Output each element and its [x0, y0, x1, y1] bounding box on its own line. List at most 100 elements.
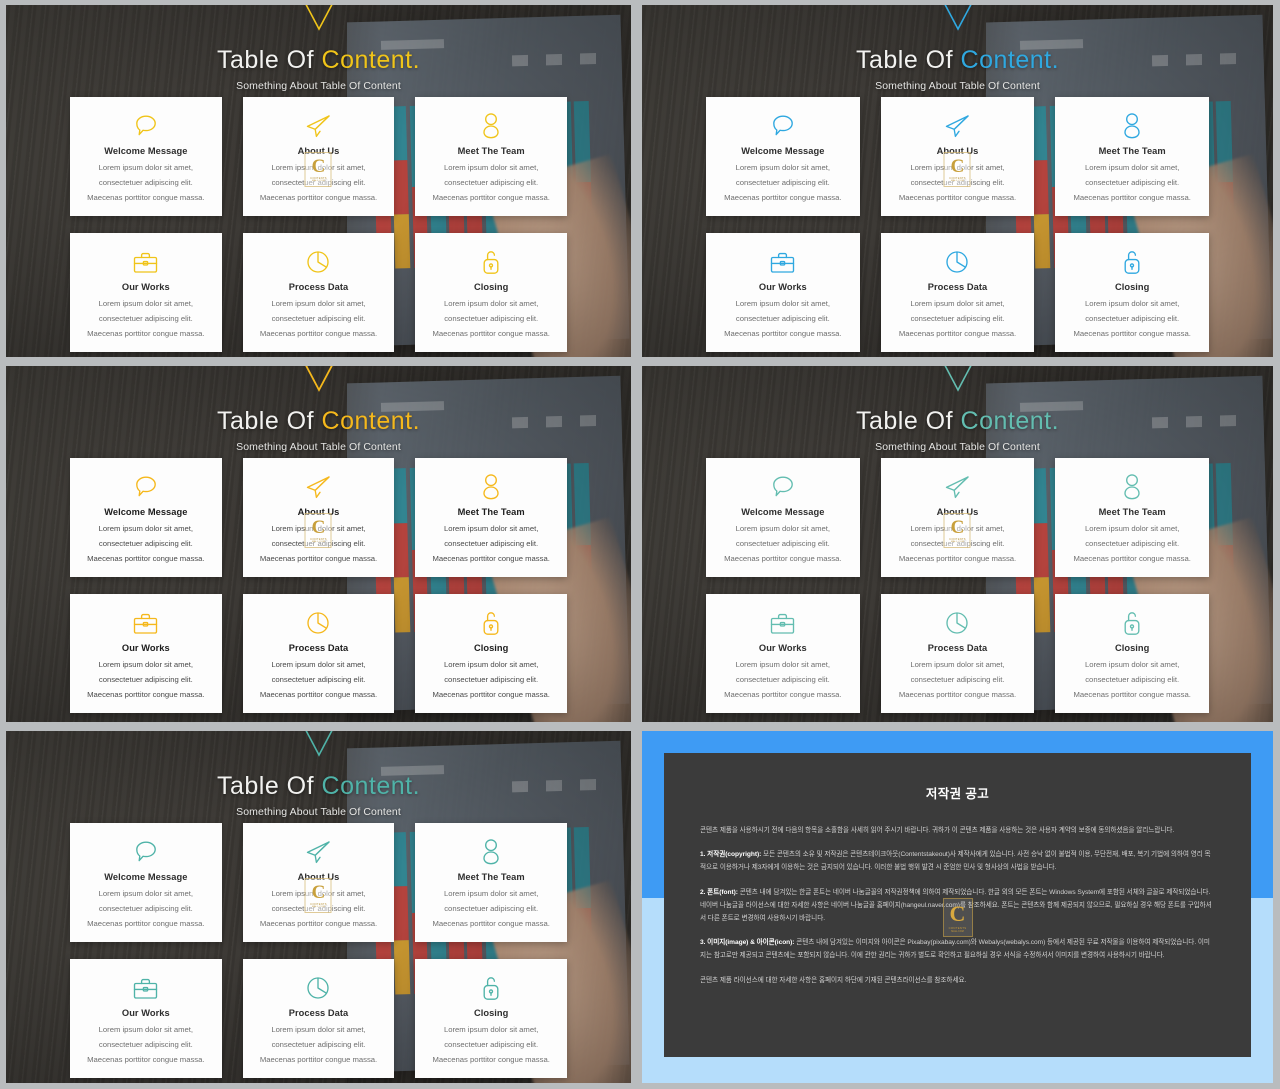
briefcase-icon [132, 246, 159, 278]
slide-canvas: Table Of Content. Something About Table … [6, 731, 631, 1083]
content-card[interactable]: Closing Lorem ipsum dolor sit amet, consec… [415, 959, 567, 1078]
page-title: Table Of Content. [642, 407, 1273, 436]
card-title: About Us [936, 507, 979, 517]
page-subtitle: Something About Table Of Content [236, 80, 401, 92]
person-icon [1122, 110, 1142, 142]
copyright-footer: 콘텐츠 제품 라이선스에 대한 자세한 사항은 홈페이지 하단에 기재된 콘텐츠… [700, 976, 967, 984]
card-description: Lorem ipsum dolor sit amet, consectetuer … [432, 299, 550, 338]
person-icon [481, 836, 501, 868]
card-title: About Us [297, 872, 340, 882]
card-grid: Welcome Message Lorem ipsum dolor sit ame… [706, 458, 1209, 713]
person-icon [481, 110, 501, 142]
content-card[interactable]: Closing Lorem ipsum dolor sit amet, consec… [1055, 233, 1209, 352]
content-card[interactable]: Welcome Message Lorem ipsum dolor sit ame… [70, 97, 222, 216]
content-card[interactable]: Process Data Lorem ipsum dolor sit amet, c… [242, 594, 395, 713]
content-card[interactable]: Our Works Lorem ipsum dolor sit amet, cons… [706, 233, 860, 352]
card-description: Lorem ipsum dolor sit amet, consectetuer … [87, 889, 205, 928]
card-description: Lorem ipsum dolor sit amet, consectetuer … [87, 299, 205, 338]
pie-chart-icon [305, 246, 331, 278]
card-title: Process Data [288, 643, 349, 653]
content-card[interactable]: Process Data Lorem ipsum dolor sit amet, c… [242, 233, 395, 352]
padlock-icon [1122, 607, 1142, 639]
card-title: About Us [297, 507, 340, 517]
card-title: Process Data [288, 282, 349, 292]
card-title: Meet The Team [457, 507, 525, 517]
content-card[interactable]: Meet The Team Lorem ipsum dolor sit amet,… [415, 458, 567, 577]
content-card[interactable]: About Us Lorem ipsum dolor sit amet, conse… [242, 458, 395, 577]
content-card[interactable]: Our Works Lorem ipsum dolor sit amet, cons… [706, 594, 860, 713]
slide-panel-4[interactable]: Table Of Content. Something About Table … [637, 362, 1280, 727]
speech-bubble-icon [133, 471, 159, 503]
card-description: Lorem ipsum dolor sit amet, consectetuer … [432, 163, 550, 202]
content-card[interactable]: About Us Lorem ipsum dolor sit amet, conse… [880, 97, 1035, 216]
content-card[interactable]: Meet The Team Lorem ipsum dolor sit amet,… [415, 823, 567, 942]
pie-chart-icon [305, 607, 331, 639]
slide-panel-1[interactable]: Table Of Content. Something About Table … [0, 0, 637, 362]
content-card[interactable]: Welcome Message Lorem ipsum dolor sit ame… [706, 97, 860, 216]
card-description: Lorem ipsum dolor sit amet, consectetuer … [87, 163, 205, 202]
card-description: Lorem ipsum dolor sit amet, consectetuer … [432, 524, 550, 563]
content-card[interactable]: Closing Lorem ipsum dolor sit amet, consec… [1055, 594, 1209, 713]
content-card[interactable]: Welcome Message Lorem ipsum dolor sit ame… [70, 823, 222, 942]
title-plain: Table Of [855, 407, 961, 435]
card-title: Our Works [758, 643, 807, 653]
speech-bubble-icon [770, 471, 796, 503]
slide-panel-3[interactable]: Table Of Content. Something About Table … [0, 362, 637, 727]
slide-canvas: Table Of Content. Something About Table … [6, 366, 631, 722]
page-subtitle: Something About Table Of Content [236, 441, 401, 453]
card-title: Meet The Team [457, 146, 525, 156]
card-title: Closing [473, 643, 509, 653]
title-accent: Content. [960, 407, 1060, 435]
content-card[interactable]: Welcome Message Lorem ipsum dolor sit ame… [70, 458, 222, 577]
paper-plane-icon [304, 836, 332, 868]
paper-plane-icon [943, 110, 971, 142]
title-plain: Table Of [216, 772, 322, 800]
content-card[interactable]: Closing Lorem ipsum dolor sit amet, consec… [415, 233, 567, 352]
card-title: Our Works [121, 1008, 170, 1018]
content-card[interactable]: Meet The Team Lorem ipsum dolor sit amet,… [415, 97, 567, 216]
slide-panel-5[interactable]: Table Of Content. Something About Table … [0, 727, 637, 1089]
pie-chart-icon [944, 607, 970, 639]
chevron-down-icon [6, 366, 631, 394]
page-title: Table Of Content. [6, 407, 631, 436]
content-card[interactable]: Our Works Lorem ipsum dolor sit amet, cons… [70, 959, 222, 1078]
content-card[interactable]: About Us Lorem ipsum dolor sit amet, conse… [242, 823, 395, 942]
content-card[interactable]: Meet The Team Lorem ipsum dolor sit amet,… [1055, 97, 1209, 216]
content-card[interactable]: Welcome Message Lorem ipsum dolor sit ame… [706, 458, 860, 577]
content-card[interactable]: Closing Lorem ipsum dolor sit amet, consec… [415, 594, 567, 713]
chevron-down-icon [6, 5, 631, 33]
content-card[interactable]: Process Data Lorem ipsum dolor sit amet, c… [880, 594, 1035, 713]
card-description: Lorem ipsum dolor sit amet, consectetuer … [259, 889, 378, 928]
content-card[interactable]: Meet The Team Lorem ipsum dolor sit amet,… [1055, 458, 1209, 577]
page-subtitle: Something About Table Of Content [875, 441, 1040, 453]
card-title: Closing [473, 282, 509, 292]
slide-canvas: Table Of Content. Something About Table … [6, 5, 631, 357]
content-card[interactable]: About Us Lorem ipsum dolor sit amet, conse… [242, 97, 395, 216]
card-title: Meet The Team [1098, 146, 1166, 156]
card-title: Welcome Message [104, 146, 188, 156]
card-description: Lorem ipsum dolor sit amet, consectetuer … [259, 299, 378, 338]
copyright-section: 1. 저작권(copyright): 모든 콘텐츠의 소유 및 저작권은 콘텐츠… [700, 848, 1215, 874]
card-description: Lorem ipsum dolor sit amet, consectetuer … [87, 660, 205, 699]
card-title: Our Works [121, 282, 170, 292]
card-grid: Welcome Message Lorem ipsum dolor sit ame… [70, 823, 567, 1078]
briefcase-icon [769, 607, 796, 639]
slide-panel-2[interactable]: Table Of Content. Something About Table … [637, 0, 1280, 362]
card-description: Lorem ipsum dolor sit amet, consectetuer … [1073, 524, 1191, 563]
content-card[interactable]: About Us Lorem ipsum dolor sit amet, conse… [880, 458, 1035, 577]
content-card[interactable]: Process Data Lorem ipsum dolor sit amet, c… [242, 959, 395, 1078]
card-title: Process Data [927, 643, 988, 653]
content-card[interactable]: Our Works Lorem ipsum dolor sit amet, cons… [70, 594, 222, 713]
section-heading-2: 2. 폰트(font): [700, 888, 738, 896]
title-accent: Content. [321, 46, 421, 74]
card-description: Lorem ipsum dolor sit amet, consectetuer … [898, 163, 1017, 202]
paper-plane-icon [943, 471, 971, 503]
copyright-title: 저작권 공고 [925, 787, 990, 801]
content-card[interactable]: Our Works Lorem ipsum dolor sit amet, cons… [70, 233, 222, 352]
watermark-logo: C CONTENTS MALL.COM [942, 898, 973, 937]
padlock-icon [481, 972, 501, 1004]
page-title: Table Of Content. [642, 46, 1273, 75]
copyright-panel[interactable]: 저작권 공고 콘텐츠 제품을 사용하시기 전에 다음의 항목을 소홀함을 사세히… [637, 727, 1280, 1089]
content-card[interactable]: Process Data Lorem ipsum dolor sit amet, c… [880, 233, 1035, 352]
card-title: Closing [473, 1008, 509, 1018]
